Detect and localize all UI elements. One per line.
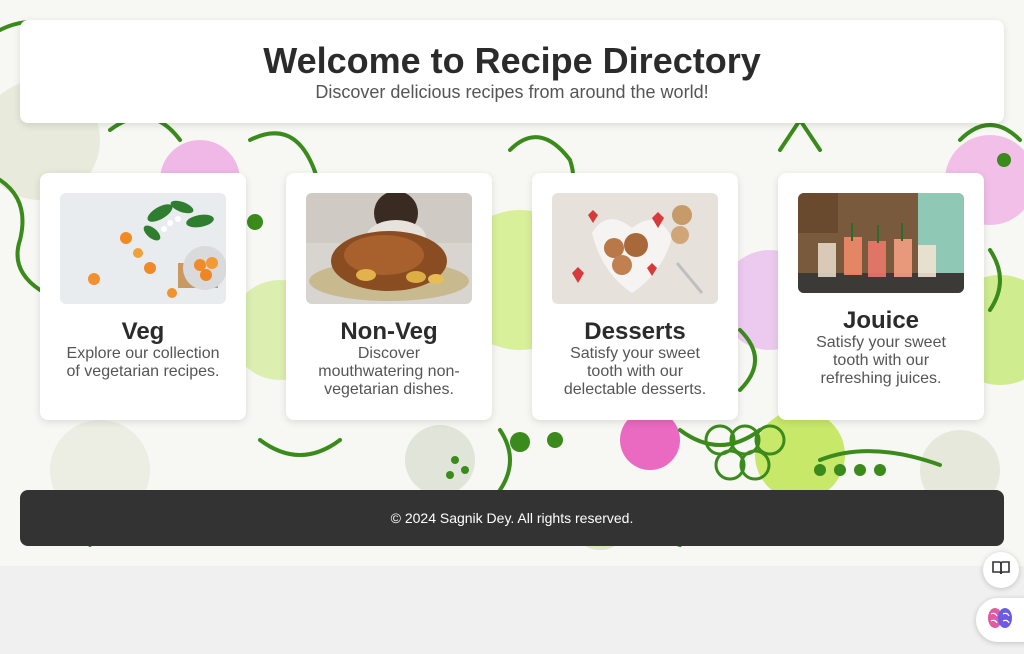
- copyright-text: © 2024 Sagnik Dey. All rights reserved.: [390, 510, 634, 526]
- card-title: Non-Veg: [340, 318, 438, 345]
- footer: © 2024 Sagnik Dey. All rights reserved.: [20, 490, 1004, 546]
- card-title: Veg: [121, 318, 165, 345]
- welcome-header: Welcome to Recipe Directory Discover del…: [20, 20, 1004, 123]
- vegetables-photo: [60, 193, 226, 304]
- card-description: Discover mouthwatering non-vegetarian di…: [318, 345, 460, 398]
- card-title: Desserts: [584, 318, 686, 345]
- category-card-veg[interactable]: Veg Explore our collection of vegetarian…: [40, 173, 246, 420]
- card-description: Satisfy your sweet tooth with our delect…: [563, 345, 707, 398]
- brain-icon: [987, 606, 1013, 635]
- card-title: Jouice: [842, 307, 920, 334]
- roast-chicken-photo: [306, 193, 472, 304]
- category-card-non-veg[interactable]: Non-Veg Discover mouthwatering non-veget…: [286, 173, 492, 420]
- card-description: Satisfy your sweet tooth with our refres…: [816, 334, 946, 387]
- reader-mode-icon: [992, 560, 1010, 580]
- juices-photo: [798, 193, 964, 293]
- page-subtitle: Discover delicious recipes from around t…: [315, 82, 709, 102]
- assistant-button[interactable]: [976, 598, 1024, 642]
- card-description: Explore our collection of vegetarian rec…: [66, 345, 220, 380]
- category-card-desserts[interactable]: Desserts Satisfy your sweet tooth with o…: [532, 173, 738, 420]
- page-title: Welcome to Recipe Directory: [263, 40, 761, 81]
- category-card-juice[interactable]: Jouice Satisfy your sweet tooth with our…: [778, 173, 984, 420]
- desserts-photo: [552, 193, 718, 304]
- reader-mode-button[interactable]: [983, 552, 1019, 588]
